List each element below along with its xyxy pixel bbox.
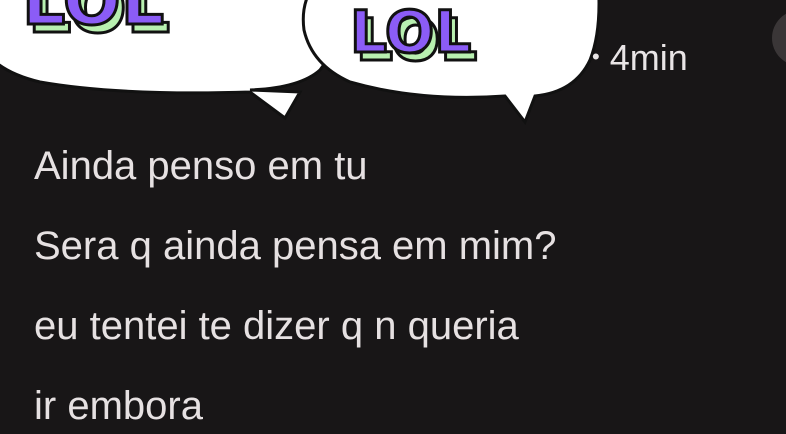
message-body: Ainda penso em tu Sera q ainda pensa em …: [34, 126, 774, 434]
message-line: Sera q ainda pensa em mim?: [34, 224, 557, 268]
message-line: ir embora: [34, 384, 203, 428]
message-line: Ainda penso em tu: [34, 144, 368, 188]
message-line: eu tentei te dizer q n queria: [34, 304, 519, 348]
avatar[interactable]: [772, 10, 786, 66]
lol-sticker[interactable]: LOL LOL LOL LOL: [0, 0, 600, 130]
post-timestamp: • 4min: [592, 36, 688, 80]
post-time: 4min: [609, 37, 688, 78]
svg-text:LOL: LOL: [350, 0, 471, 66]
svg-text:LOL: LOL: [22, 0, 164, 41]
separator-dot: •: [592, 44, 600, 70]
post-screen: LOL LOL LOL LOL • 4min Ainda penso em tu …: [0, 0, 786, 434]
left-lol-word: LOL LOL: [21, 0, 172, 51]
right-lol-word: LOL LOL: [349, 0, 479, 76]
